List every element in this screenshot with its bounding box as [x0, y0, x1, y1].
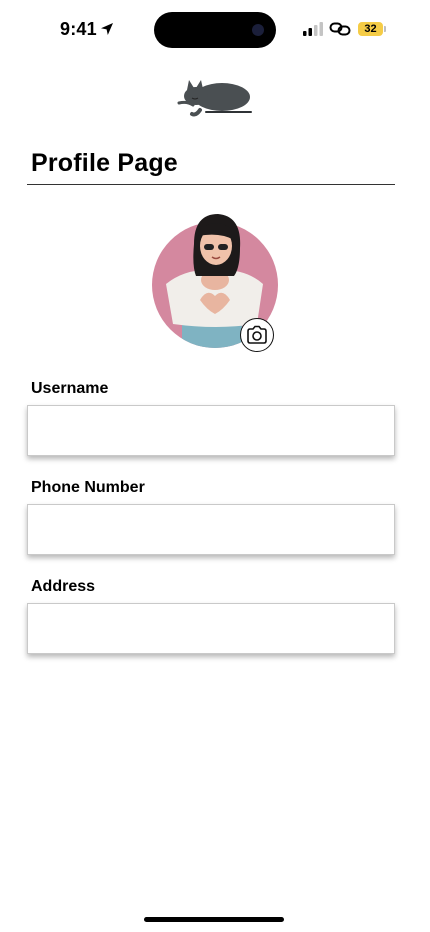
battery-level: 32 [364, 23, 377, 35]
page-title: Profile Page [31, 149, 178, 177]
address-input[interactable] [27, 603, 395, 654]
username-label: Username [31, 380, 109, 397]
username-input[interactable] [27, 405, 395, 456]
address-label: Address [31, 578, 96, 595]
camera-icon [247, 325, 267, 344]
status-bar: 9:41 32 [0, 0, 430, 60]
change-photo-button[interactable] [240, 318, 274, 352]
home-indicator[interactable] [144, 917, 284, 922]
battery-icon: 32 [358, 22, 386, 36]
phone-number-input[interactable] [27, 504, 395, 555]
link-icon [329, 22, 351, 36]
location-arrow-icon [101, 23, 113, 35]
dynamic-island [154, 12, 276, 48]
status-time: 9:41 [60, 19, 97, 39]
camera-dot [252, 24, 264, 36]
cellular-signal-icon [303, 22, 323, 36]
phone-number-label: Phone Number [31, 479, 145, 496]
sleeping-cat-logo [177, 80, 252, 117]
title-divider [27, 184, 395, 185]
